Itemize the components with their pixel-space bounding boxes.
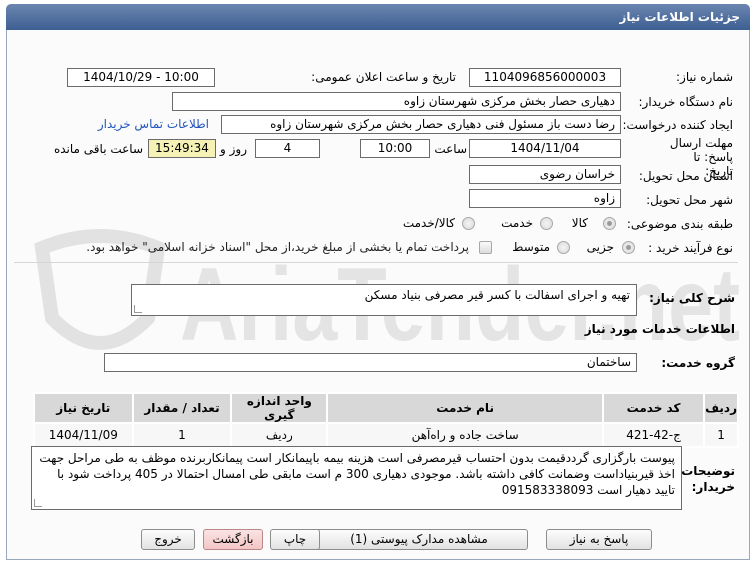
reply-button[interactable]: پاسخ به نیاز [546,529,652,550]
treasury-payment-note: پرداخت تمام یا بخشی از مبلغ خرید،از محل … [86,240,469,254]
col-unit: واحد اندازه گیری [230,392,329,424]
process-option-minor: جزیی [586,240,614,254]
deadline-date-field: 1404/11/04 [469,139,621,158]
service-group-label: گروه خدمت: [661,356,735,370]
process-radio-medium[interactable] [557,241,570,254]
col-service-name: نام خدمت [326,392,604,424]
remaining-label: ساعت باقی مانده [53,142,143,156]
need-number-field: 1104096856000003 [469,68,621,87]
col-row-number: ردیف [703,392,739,424]
services-table: ردیف کد خدمت نام خدمت واحد اندازه گیری ت… [33,392,739,448]
resize-grip-icon[interactable] [134,305,142,313]
services-section-title: اطلاعات خدمات مورد نیاز [584,322,735,336]
table-header-row: ردیف کد خدمت نام خدمت واحد اندازه گیری ت… [33,392,739,424]
buyer-contact-link[interactable]: اطلاعات تماس خریدار [98,117,209,131]
remaining-time-field: 15:49:34 [148,139,216,158]
cell-unit: ردیف [230,422,329,448]
category-option-goods-service: کالا/خدمت [402,216,455,230]
process-option-medium: متوسط [512,240,550,254]
category-radio-goods[interactable] [603,217,616,230]
process-radio-minor[interactable] [622,241,635,254]
table-row: 1 ج-42-421 ساخت جاده و راه‌آهن ردیف 1 14… [33,422,739,448]
province-label: استان محل تحویل: [638,169,733,183]
attachments-button[interactable]: مشاهده مدارک پیوستی (1) [310,529,528,550]
exit-button[interactable]: خروج [141,529,195,550]
col-service-code: کد خدمت [601,392,706,424]
col-quantity: تعداد / مقدار [131,392,233,424]
need-number-label: شماره نیاز: [676,70,733,84]
city-field: زاوه [469,189,621,208]
summary-text: تهیه و اجرای اسفالت با کسر قیر مصرفی بنی… [364,288,630,302]
buyer-notes-field: پیوست بارگزاری گرددقیمت بدون احتساب قیرم… [31,446,682,510]
category-radio-goods-service[interactable] [462,217,475,230]
buyer-org-field: دهیاری حصار بخش مرکزی شهرستان زاوه [172,92,621,111]
cell-quantity: 1 [131,422,233,448]
province-field: خراسان رضوی [469,165,621,184]
print-button[interactable]: چاپ [270,529,320,550]
category-option-service: خدمت [501,216,533,230]
announce-label: تاریخ و ساعت اعلان عمومی: [311,70,456,84]
cell-service-code: ج-42-421 [601,422,706,448]
section-divider [14,262,738,263]
cell-need-date: 1404/11/09 [33,422,134,448]
back-button[interactable]: بازگشت [203,529,263,550]
creator-label: ایجاد کننده درخواست: [622,118,733,132]
deadline-time-label: ساعت [434,142,467,156]
summary-field: تهیه و اجرای اسفالت با کسر قیر مصرفی بنی… [131,284,637,316]
summary-label: شرح کلی نیاز: [649,291,735,305]
category-label: طبقه بندی موضوعی: [626,217,733,231]
creator-field: رضا دست باز مسئول فنی دهیاری حصار بخش مر… [221,115,621,134]
days-label: روز و [220,142,247,156]
cell-row-number: 1 [703,422,739,448]
process-label: نوع فرآیند خرید : [648,241,733,255]
days-field: 4 [255,139,320,158]
deadline-time-field: 10:00 [360,139,430,158]
treasury-payment-checkbox[interactable] [479,241,492,254]
service-group-field: ساختمان [104,353,637,372]
buyer-org-label: نام دستگاه خریدار: [638,95,734,109]
category-option-goods: کالا [571,216,588,230]
buyer-notes-text: پیوست بارگزاری گرددقیمت بدون احتساب قیرم… [39,451,675,497]
announce-field: 1404/10/29 - 10:00 [67,68,215,87]
category-radio-service[interactable] [540,217,553,230]
page-title: جزئیات اطلاعات نیاز [619,10,740,24]
resize-grip-icon[interactable] [34,499,42,507]
col-need-date: تاریخ نیاز [33,392,134,424]
cell-service-name: ساخت جاده و راه‌آهن [326,422,604,448]
city-label: شهر محل تحویل: [646,193,733,207]
window-title-bar: جزئیات اطلاعات نیاز [6,4,750,30]
